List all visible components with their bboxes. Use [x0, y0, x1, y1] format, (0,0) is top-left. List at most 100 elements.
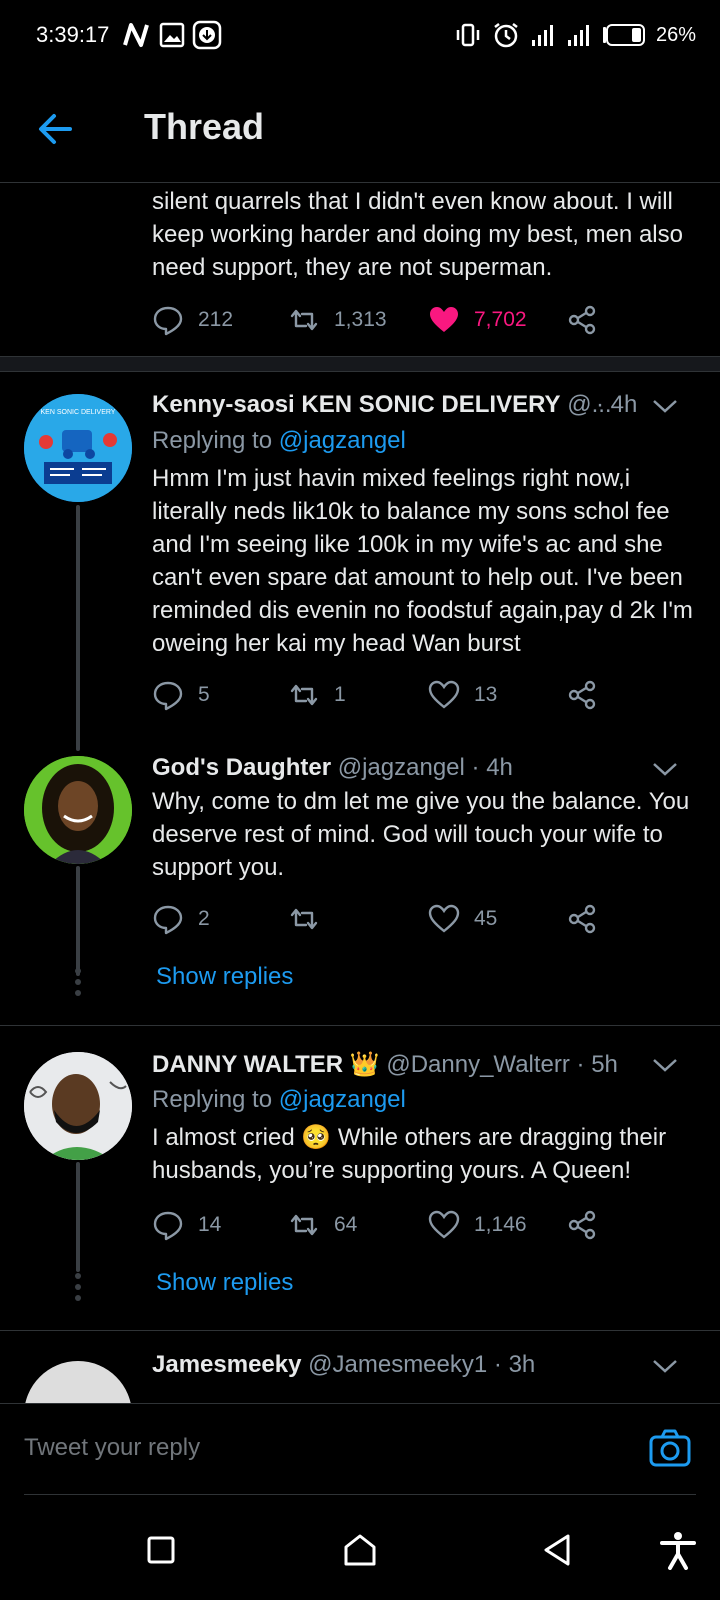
camera-button[interactable] — [648, 1426, 692, 1470]
chevron-down-icon[interactable] — [650, 396, 680, 416]
share-button[interactable] — [566, 300, 598, 340]
retweet-icon — [290, 684, 318, 706]
thread-scroll-area[interactable]: silent quarrels that I didn't even know … — [0, 183, 720, 1403]
reply-button[interactable]: 5 — [152, 675, 210, 715]
share-button[interactable] — [566, 1205, 598, 1245]
crown-badge-icon: 👑 — [349, 1051, 380, 1078]
show-replies-link[interactable]: Show replies — [156, 1269, 293, 1297]
reply-text: I almost cried 🥺 While others are draggi… — [152, 1124, 667, 1184]
avatar[interactable] — [24, 756, 132, 864]
retweet-count: 1 — [334, 683, 346, 706]
display-name[interactable]: Jamesmeeky — [152, 1351, 301, 1378]
reply-icon — [153, 1211, 183, 1241]
system-nav-bar — [0, 1500, 720, 1600]
n-notification-icon — [123, 23, 149, 47]
share-button[interactable] — [566, 675, 598, 715]
back-triangle-icon — [544, 1534, 570, 1566]
reply-count: 2 — [198, 907, 210, 930]
share-icon — [568, 904, 596, 934]
chevron-down-icon[interactable] — [650, 759, 680, 779]
share-icon — [568, 305, 596, 335]
section-divider — [0, 356, 720, 372]
tweet-divider — [0, 1330, 720, 1331]
avatar-logo-text: KEN SONIC DELIVERY — [41, 409, 116, 416]
reply-header: DANNY WALTER 👑 @Danny_Walterr · 5h — [152, 1050, 652, 1079]
signal-icon — [531, 25, 553, 46]
retweet-button[interactable]: 1,313 — [288, 300, 387, 340]
battery-percent: 26% — [655, 23, 696, 46]
retweet-icon — [290, 1214, 318, 1236]
retweet-button[interactable] — [288, 899, 334, 939]
home-button[interactable] — [340, 1530, 380, 1570]
reply-icon — [153, 681, 183, 711]
signal-icon — [567, 25, 589, 46]
reply-button[interactable]: 212 — [152, 300, 233, 340]
reply-icon — [153, 905, 183, 935]
avatar[interactable] — [24, 1361, 132, 1403]
heart-icon — [428, 680, 460, 709]
retweet-button[interactable]: 64 — [288, 1205, 357, 1245]
share-button[interactable] — [566, 899, 598, 939]
reply-header: Jamesmeeky @Jamesmeeky1 · 3h — [152, 1351, 652, 1379]
reply-count: 5 — [198, 683, 210, 706]
chevron-down-icon[interactable] — [650, 1055, 680, 1075]
composer-underline — [24, 1494, 696, 1495]
reply-icon — [153, 306, 183, 336]
download-notification-icon — [192, 20, 222, 50]
replying-to-handle[interactable]: @jagzangel — [279, 427, 406, 454]
chevron-down-icon[interactable] — [650, 1356, 680, 1376]
like-count: 45 — [474, 907, 498, 930]
like-button[interactable]: 45 — [428, 899, 497, 939]
thread-line — [76, 866, 80, 976]
retweet-button[interactable]: 1 — [288, 675, 346, 715]
reply-text: Hmm I'm just havin mixed feelings right … — [152, 465, 693, 657]
header: Thread — [0, 72, 720, 183]
share-icon — [568, 1210, 596, 1240]
reply-input[interactable]: Tweet your reply — [24, 1434, 200, 1462]
status-bar: 3:39:17 26% — [0, 0, 720, 72]
display-name[interactable]: DANNY WALTER — [152, 1051, 343, 1078]
heart-filled-icon — [430, 307, 458, 332]
avatar[interactable]: KEN SONIC DELIVERY — [24, 394, 132, 502]
like-button[interactable]: 13 — [428, 675, 497, 715]
handle[interactable]: @Danny_Walterr — [386, 1051, 570, 1078]
back-button[interactable] — [34, 107, 78, 151]
heart-icon — [428, 904, 460, 933]
replying-to-handle[interactable]: @jagzangel — [279, 1086, 406, 1113]
replying-to-label: Replying to — [152, 427, 273, 454]
main-tweet-actions: 212 1,313 7,702 — [152, 300, 712, 340]
reply-header: God's Daughter @jagzangel · 4h — [152, 754, 652, 782]
retweet-icon — [290, 908, 318, 930]
reply-button[interactable]: 2 — [152, 899, 210, 939]
reply-composer: Tweet your reply — [0, 1403, 720, 1499]
display-name[interactable]: God's Daughter — [152, 754, 331, 781]
back-nav-button[interactable] — [538, 1530, 578, 1570]
timestamp: · 5h — [576, 1051, 618, 1078]
avatar-photo — [24, 756, 132, 864]
retweet-icon — [290, 309, 318, 331]
ken-sonic-logo: KEN SONIC DELIVERY — [24, 394, 132, 502]
handle[interactable]: @Jamesmeeky1 — [308, 1351, 487, 1378]
reply-count: 14 — [198, 1213, 222, 1236]
share-icon — [568, 680, 596, 710]
handle[interactable]: @jagzangel — [338, 754, 465, 781]
battery-icon — [602, 24, 645, 46]
main-tweet-text: silent quarrels that I didn't even know … — [152, 188, 683, 281]
like-button[interactable]: 7,702 — [428, 300, 527, 340]
accessibility-button[interactable] — [658, 1530, 698, 1570]
thread-line — [76, 1162, 80, 1272]
thread-dots — [75, 1273, 81, 1306]
like-button[interactable]: 1,146 — [428, 1205, 527, 1245]
recents-button[interactable] — [141, 1530, 181, 1570]
reply-button[interactable]: 14 — [152, 1205, 221, 1245]
thread-dots — [75, 968, 81, 1001]
avatar-photo — [24, 1052, 132, 1160]
like-count: 7,702 — [474, 308, 527, 331]
tweet-divider — [0, 1025, 720, 1026]
display-name[interactable]: Kenny-saosi KEN SONIC DELIVERY — [152, 391, 561, 418]
like-count: 1,146 — [474, 1213, 527, 1236]
timestamp: · 3h — [493, 1351, 536, 1378]
show-replies-link[interactable]: Show replies — [156, 963, 293, 991]
avatar[interactable] — [24, 1052, 132, 1160]
replying-to-label: Replying to — [152, 1086, 273, 1113]
